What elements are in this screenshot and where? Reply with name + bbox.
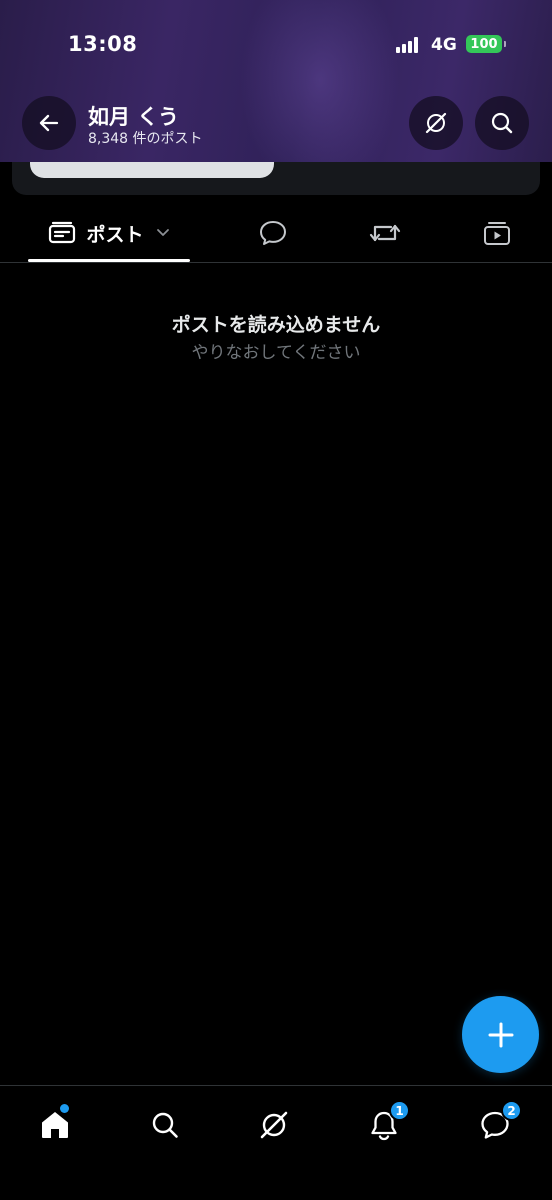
signal-icon <box>396 37 422 53</box>
grok-icon <box>425 112 447 134</box>
search-icon <box>152 1112 178 1138</box>
grok-icon <box>260 1111 288 1139</box>
tab-posts[interactable]: ポスト <box>28 204 190 262</box>
status-bar: 13:08 4G 100 <box>0 0 552 90</box>
nav-messages[interactable]: 2 <box>470 1100 522 1150</box>
profile-tabs: ポスト <box>0 204 552 263</box>
empty-state-subtitle: やりなおしてください <box>191 343 361 363</box>
search-button[interactable] <box>475 96 529 150</box>
battery-icon: 100 <box>466 35 506 53</box>
reply-icon <box>260 221 286 245</box>
home-icon <box>42 1112 68 1138</box>
post-count: 8,348 件のポスト <box>88 131 203 147</box>
battery-level: 100 <box>470 36 498 52</box>
nav-grok[interactable] <box>249 1100 299 1150</box>
nav-search[interactable] <box>140 1100 190 1150</box>
empty-state-title: ポストを読み込めません <box>171 314 381 336</box>
repost-icon <box>369 224 401 242</box>
search-icon <box>491 112 513 134</box>
tab-media[interactable] <box>469 204 525 262</box>
notifications-badge: 1 <box>389 1100 410 1121</box>
active-tab-indicator <box>28 259 190 262</box>
tab-reposts[interactable] <box>357 204 413 262</box>
profile-header: 13:08 4G 100 如月 くう 8,348 件のポスト <box>0 0 552 162</box>
tab-replies[interactable] <box>245 204 301 262</box>
grok-button[interactable] <box>409 96 463 150</box>
bottom-nav: 1 2 <box>0 1085 552 1200</box>
messages-badge: 2 <box>501 1100 522 1121</box>
status-time: 13:08 <box>68 32 138 56</box>
video-icon <box>484 222 510 245</box>
plus-icon <box>488 1022 513 1047</box>
tab-posts-label: ポスト <box>86 223 144 246</box>
profile-pill-sliver <box>30 162 274 178</box>
network-type: 4G <box>431 35 457 55</box>
posts-icon <box>49 221 76 244</box>
nav-home[interactable] <box>30 1100 80 1150</box>
profile-name: 如月 くう <box>88 105 179 129</box>
home-notification-dot <box>60 1104 69 1113</box>
chevron-down-icon <box>156 229 169 236</box>
nav-notifications[interactable]: 1 <box>359 1100 410 1150</box>
back-button[interactable] <box>22 96 76 150</box>
back-arrow-icon <box>39 114 59 132</box>
compose-post-button[interactable] <box>462 996 539 1073</box>
